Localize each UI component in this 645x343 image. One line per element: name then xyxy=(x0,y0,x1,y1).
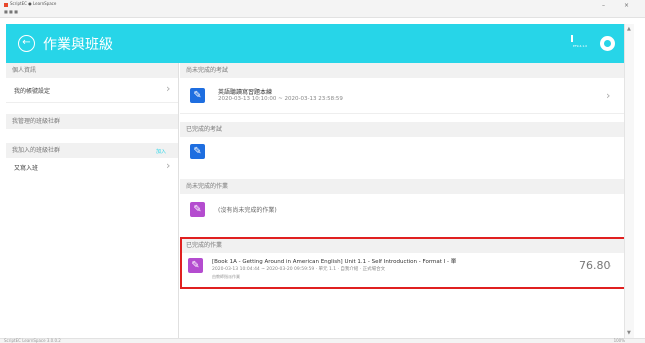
chevron-right-icon: › xyxy=(166,159,171,172)
pencil-icon[interactable]: ✎ xyxy=(190,144,205,159)
sidebar-section-header-joined: 我加入的班級社群 xyxy=(6,143,178,158)
section-header-unfinished-homework: 尚未完成的作業 xyxy=(180,179,624,194)
status-text: ScriptEC LearnSpace 3.0.0.2 xyxy=(4,338,61,343)
indicator-bar xyxy=(571,35,573,42)
pencil-icon: ✎ xyxy=(190,202,205,217)
circle-arrow-left-icon[interactable]: ← xyxy=(18,35,35,52)
app-window: ScriptEC ● LearnSpace ■ ■ ■ – × ← 作業與班級 … xyxy=(0,0,645,343)
highlight-box xyxy=(180,237,626,289)
status-bar: ScriptEC LearnSpace 3.0.0.2 100% xyxy=(0,338,645,343)
menu-bar[interactable]: ■ ■ ■ xyxy=(4,9,18,14)
chevron-right-icon: › xyxy=(166,82,171,95)
scroll-up-icon[interactable]: ▲ xyxy=(627,26,631,32)
title-bar: ScriptEC ● LearnSpace ■ ■ ■ – × xyxy=(0,0,645,18)
app-icon xyxy=(4,3,8,7)
empty-homework-text: (沒有尚未完成的作業) xyxy=(218,207,277,214)
pencil-icon: ✎ xyxy=(190,88,205,103)
sidebar-item-account-settings[interactable]: 我的帳號設定 › xyxy=(6,78,178,103)
exam-title: 英語聽讀寫習題本練 xyxy=(218,89,273,96)
join-link[interactable]: 加入 xyxy=(156,148,166,155)
sidebar-item-label: 我的帳號設定 xyxy=(14,88,51,95)
header-bar: ← 作業與班級 EF9.4.1.0 xyxy=(6,24,624,63)
section-header-finished-exams: 已完成的考試 xyxy=(180,122,624,137)
window-title: ScriptEC ● LearnSpace xyxy=(10,1,57,6)
user-avatar[interactable] xyxy=(600,36,615,51)
exam-dates: 2020-03-13 10:10:00 ~ 2020-03-13 23:58:5… xyxy=(218,96,343,102)
page-title: 作業與班級 xyxy=(43,37,113,53)
header-small-text: EF9.4.1.0 xyxy=(573,44,588,48)
sidebar-section-header-personal: 個人資訊 xyxy=(6,63,178,78)
list-item-exam[interactable]: ✎ 英語聽讀寫習題本練 2020-03-13 10:10:00 ~ 2020-0… xyxy=(180,78,624,114)
vertical-scrollbar[interactable]: ▲ ▼ xyxy=(624,24,634,338)
main-content: 尚未完成的考試 ✎ 英語聽讀寫習題本練 2020-03-13 10:10:00 … xyxy=(180,63,624,338)
scroll-down-icon[interactable]: ▼ xyxy=(627,330,631,336)
chevron-right-icon: › xyxy=(606,89,611,102)
sidebar-section-header-managed: 我管理的班級社群 xyxy=(6,114,178,129)
minimize-button[interactable]: – xyxy=(602,2,605,9)
close-button[interactable]: × xyxy=(624,2,629,9)
section-header-unfinished-exams: 尚未完成的考試 xyxy=(180,63,624,78)
sidebar: 個人資訊 我的帳號設定 › 我管理的班級社群 我加入的班級社群 加入 又寫入班 … xyxy=(6,63,179,338)
sidebar-item-class[interactable]: 又寫入班 › xyxy=(6,158,178,178)
sidebar-item-label: 又寫入班 xyxy=(14,165,39,172)
zoom-level: 100% xyxy=(613,338,625,343)
